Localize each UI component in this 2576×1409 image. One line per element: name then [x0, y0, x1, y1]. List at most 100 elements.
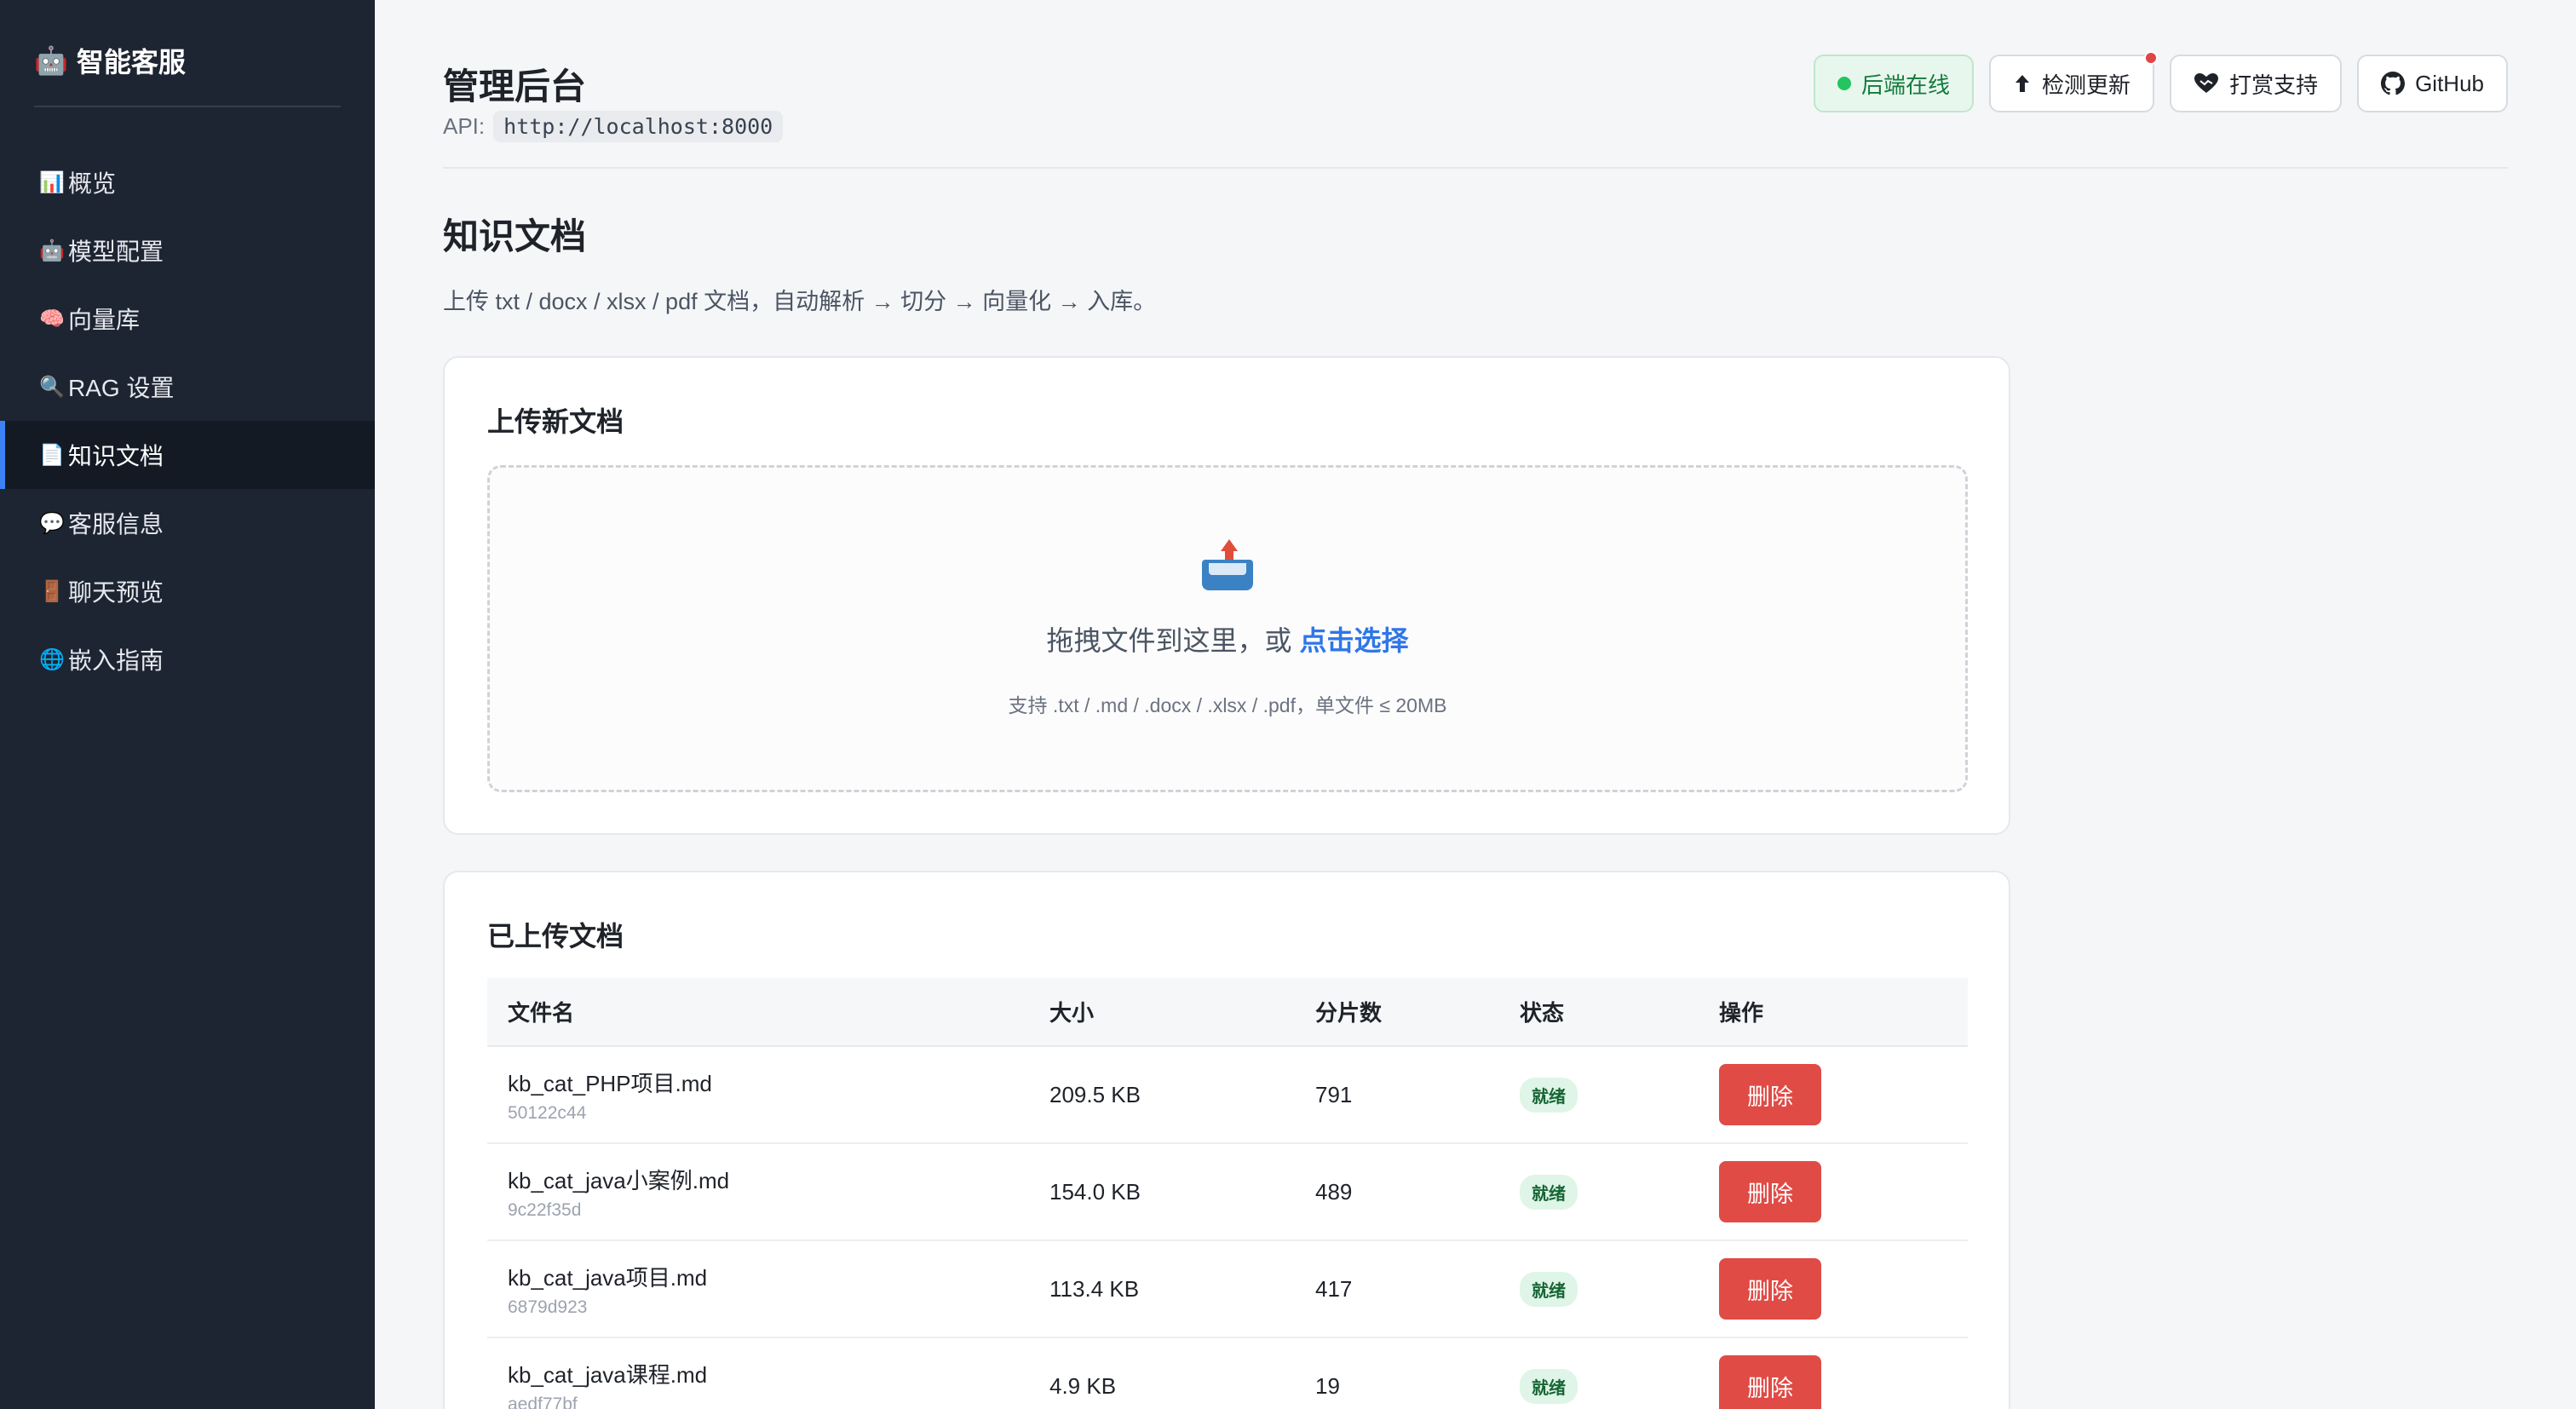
sidebar-item-vector-store[interactable]: 🧠 向量库 — [0, 285, 375, 353]
filename-cell: kb_cat_PHP项目.md 50122c44 — [487, 1046, 1029, 1144]
file-name: kb_cat_java课程.md — [508, 1361, 708, 1388]
github-label: GitHub — [2415, 70, 2484, 96]
status-text: 后端在线 — [1861, 72, 1951, 98]
github-button[interactable]: GitHub — [2357, 55, 2508, 112]
sidebar-item-rag-settings[interactable]: 🔍 RAG 设置 — [0, 353, 375, 421]
page-header-title: 管理后台 — [443, 66, 587, 106]
file-size: 154.0 KB — [1029, 1143, 1295, 1241]
check-update-label: 检测更新 — [2042, 72, 2131, 98]
file-name: kb_cat_PHP项目.md — [508, 1070, 712, 1096]
speech-bubble-icon: 💬 — [39, 511, 65, 535]
status-badge: 就绪 — [1520, 1368, 1578, 1404]
section-title: 知识文档 — [443, 216, 587, 256]
document-icon: 📄 — [39, 443, 65, 467]
magnifier-icon: 🔍 — [39, 375, 65, 399]
door-icon: 🚪 — [39, 579, 65, 603]
delete-button[interactable]: 删除 — [1719, 1064, 1821, 1125]
upload-card-title: 上传新文档 — [487, 406, 624, 437]
sidebar-item-label: 知识文档 — [68, 443, 164, 469]
file-size: 4.9 KB — [1029, 1337, 1295, 1409]
globe-icon: 🌐 — [39, 647, 65, 671]
brand-name: 智能客服 — [76, 47, 186, 78]
table-row: kb_cat_java项目.md 6879d923 113.4 KB 417 就… — [487, 1240, 1968, 1338]
sidebar-item-label: 客服信息 — [68, 511, 164, 538]
file-id: 9c22f35d — [508, 1199, 582, 1220]
chunk-count: 489 — [1295, 1143, 1499, 1241]
sidebar-item-label: 嵌入指南 — [68, 647, 164, 674]
online-dot-icon — [1837, 77, 1852, 90]
status-badge: 就绪 — [1520, 1271, 1578, 1307]
docs-table: 文件名 大小 分片数 状态 操作 kb_cat_PHP项目.md 50122c4… — [487, 978, 1968, 1409]
column-header-actions: 操作 — [1699, 978, 1968, 1047]
status-badge: 就绪 — [1520, 1077, 1578, 1113]
sidebar-item-model-config[interactable]: 🤖 模型配置 — [0, 216, 375, 285]
status-cell: 就绪 — [1499, 1337, 1699, 1409]
column-header-status: 状态 — [1499, 978, 1699, 1047]
sidebar-item-overview[interactable]: 📊 概览 — [0, 148, 375, 216]
action-cell: 删除 — [1699, 1337, 1968, 1409]
drop-instruction: 拖拽文件到这里，或 点击选择 — [1047, 619, 1409, 658]
brain-icon: 🧠 — [39, 307, 65, 331]
main-content: 管理后台 API: http://localhost:8000 后端在线 检测更… — [375, 0, 2576, 1409]
file-size: 209.5 KB — [1029, 1046, 1295, 1144]
sidebar-item-label: RAG 设置 — [68, 375, 175, 401]
sidebar-item-knowledge-docs[interactable]: 📄 知识文档 — [0, 421, 375, 489]
table-header-row: 文件名 大小 分片数 状态 操作 — [487, 978, 1968, 1047]
api-label: API: — [443, 113, 486, 139]
file-name: kb_cat_java小案例.md — [508, 1167, 730, 1193]
sidebar-item-service-info[interactable]: 💬 客服信息 — [0, 489, 375, 557]
chunk-count: 19 — [1295, 1337, 1499, 1409]
sidebar-item-embed-guide[interactable]: 🌐 嵌入指南 — [0, 625, 375, 693]
sidebar-item-label: 向量库 — [68, 307, 141, 333]
table-row: kb_cat_java课程.md aedf77bf 4.9 KB 19 就绪 删… — [487, 1337, 1968, 1409]
file-id: aedf77bf — [508, 1394, 578, 1409]
chart-icon: 📊 — [39, 170, 65, 194]
sidebar-item-label: 概览 — [68, 170, 117, 197]
chunk-count: 417 — [1295, 1240, 1499, 1338]
filename-cell: kb_cat_java项目.md 6879d923 — [487, 1240, 1029, 1338]
uploaded-docs-card: 已上传文档 文件名 大小 分片数 状态 操作 kb_cat_PHP项目.md 5… — [443, 871, 2010, 1409]
choose-file-link[interactable]: 点击选择 — [1299, 625, 1408, 656]
status-cell: 就绪 — [1499, 1240, 1699, 1338]
donate-label: 打赏支持 — [2229, 72, 2319, 98]
docs-card-title: 已上传文档 — [487, 921, 624, 952]
status-cell: 就绪 — [1499, 1046, 1699, 1144]
backend-status-badge: 后端在线 — [1814, 55, 1975, 112]
notification-dot — [2144, 51, 2159, 65]
sidebar-nav: 📊 概览 🤖 模型配置 🧠 向量库 🔍 RAG 设置 📄 知识文档 💬 客服信息… — [0, 148, 375, 693]
drop-text: 拖拽文件到这里，或 — [1046, 625, 1292, 656]
sidebar: 🤖 智能客服 📊 概览 🤖 模型配置 🧠 向量库 🔍 RAG 设置 📄 知识文档… — [0, 0, 375, 1409]
header-actions: 后端在线 检测更新 打赏支持 GitHub — [1814, 51, 2508, 112]
delete-button[interactable]: 删除 — [1719, 1161, 1821, 1222]
heart-handshake-icon — [2194, 73, 2219, 93]
api-endpoint: API: http://localhost:8000 — [443, 111, 784, 142]
file-id: 50122c44 — [508, 1102, 587, 1123]
chunk-count: 791 — [1295, 1046, 1499, 1144]
delete-button[interactable]: 删除 — [1719, 1355, 1821, 1409]
check-update-button[interactable]: 检测更新 — [1989, 51, 2159, 112]
sidebar-item-chat-preview[interactable]: 🚪 聊天预览 — [0, 557, 375, 625]
filename-cell: kb_cat_java小案例.md 9c22f35d — [487, 1143, 1029, 1241]
robot-icon: 🤖 — [34, 45, 68, 76]
inbox-upload-icon — [1200, 539, 1255, 594]
donate-button[interactable]: 打赏支持 — [2170, 55, 2343, 112]
action-cell: 删除 — [1699, 1240, 1968, 1338]
arrow-up-icon — [2015, 75, 2030, 92]
api-url: http://localhost:8000 — [493, 111, 784, 142]
status-cell: 就绪 — [1499, 1143, 1699, 1241]
action-cell: 删除 — [1699, 1143, 1968, 1241]
header-divider — [443, 167, 2508, 169]
file-id: 6879d923 — [508, 1297, 588, 1317]
delete-button[interactable]: 删除 — [1719, 1258, 1821, 1320]
brand[interactable]: 🤖 智能客服 — [34, 41, 186, 80]
sidebar-item-label: 聊天预览 — [68, 579, 164, 606]
status-badge: 就绪 — [1520, 1174, 1578, 1210]
table-row: kb_cat_java小案例.md 9c22f35d 154.0 KB 489 … — [487, 1143, 1968, 1241]
section-description: 上传 txt / docx / xlsx / pdf 文档，自动解析 → 切分 … — [443, 289, 1157, 314]
file-dropzone[interactable]: 拖拽文件到这里，或 点击选择 支持 .txt / .md / .docx / .… — [487, 465, 1968, 792]
robot-icon: 🤖 — [39, 239, 65, 262]
github-icon — [2381, 72, 2406, 95]
file-size: 113.4 KB — [1029, 1240, 1295, 1338]
action-cell: 删除 — [1699, 1046, 1968, 1144]
upload-hint: 支持 .txt / .md / .docx / .xlsx / .pdf，单文件… — [1008, 694, 1447, 716]
